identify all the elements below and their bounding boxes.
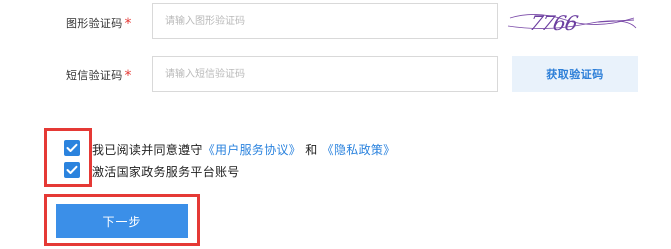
- agree-terms-text: 我已阅读并同意遵守《用户服务协议》 和 《隐私政策》: [92, 141, 395, 158]
- check-icon: [66, 165, 78, 174]
- captcha-label: 图形验证码 *: [66, 15, 132, 32]
- activate-account-text: 激活国家政务服务平台账号: [92, 165, 240, 179]
- privacy-policy-link[interactable]: 《隐私政策》: [322, 143, 396, 157]
- activate-account-checkbox[interactable]: [64, 162, 80, 178]
- agree-terms-checkbox[interactable]: [64, 140, 80, 156]
- required-mark: *: [124, 16, 132, 32]
- next-step-button[interactable]: 下一步: [56, 204, 188, 238]
- required-mark: *: [124, 68, 132, 84]
- sms-code-input[interactable]: [153, 57, 497, 91]
- registration-verification-form: 图形验证码* 7766 短信验证码* 获取验证码 我已阅读并同意遵守《用户服务协…: [0, 0, 671, 249]
- captcha-label-text: 图形验证码: [66, 17, 123, 30]
- captcha-field[interactable]: [152, 3, 498, 39]
- captcha-image[interactable]: 7766: [506, 4, 638, 40]
- sms-label: 短信验证码 *: [66, 67, 132, 84]
- checkbox-highlight-box: [44, 128, 92, 187]
- sms-field[interactable]: [152, 56, 498, 92]
- captcha-input[interactable]: [153, 4, 497, 38]
- sms-label-text: 短信验证码: [66, 69, 123, 82]
- agree-prefix: 我已阅读并同意遵守: [92, 143, 203, 157]
- get-sms-code-button[interactable]: 获取验证码: [512, 56, 638, 92]
- user-agreement-link[interactable]: 《用户服务协议》: [203, 143, 301, 157]
- check-icon: [66, 143, 78, 152]
- and-text: 和: [305, 143, 318, 157]
- captcha-text: 7766: [527, 11, 580, 35]
